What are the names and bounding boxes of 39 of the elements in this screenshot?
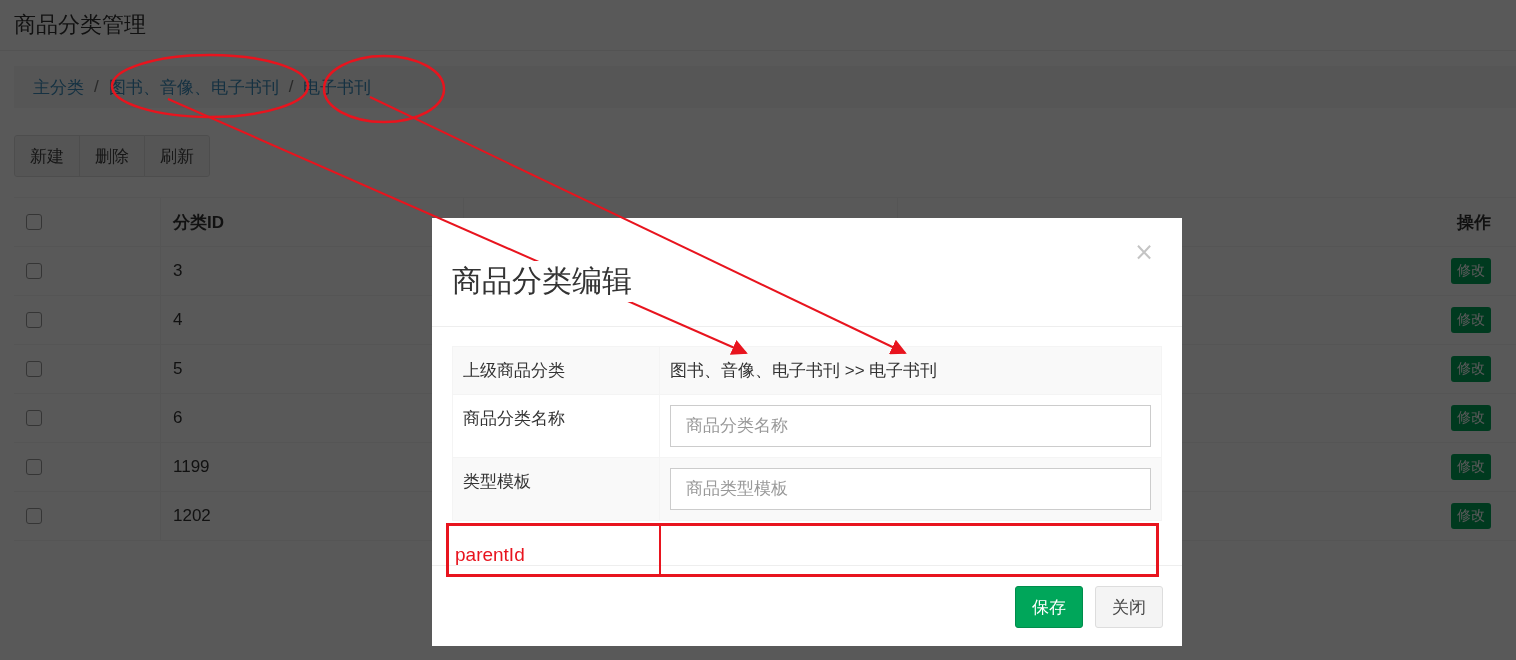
checkbox[interactable] [26,263,42,279]
checkbox[interactable] [26,410,42,426]
edit-button[interactable]: 修改 [1451,405,1491,431]
toolbar-button[interactable]: 刷新 [144,135,210,177]
edit-button[interactable]: 修改 [1451,258,1491,284]
table-cell: 6 [173,408,183,428]
checkbox[interactable] [26,312,42,328]
breadcrumb-link[interactable]: 主分类 [33,75,84,99]
table-cell: 1202 [173,506,211,526]
close-dialog-button[interactable]: 关闭 [1095,586,1163,628]
save-button[interactable]: 保存 [1015,586,1083,628]
table-cell: 3 [173,261,183,281]
field-label: 上级商品分类 [463,361,565,380]
checkbox[interactable] [26,214,42,230]
edit-button[interactable]: 修改 [1451,307,1491,333]
field-label: 类型模板 [463,472,531,491]
edit-button[interactable]: 修改 [1451,454,1491,480]
checkbox[interactable] [26,508,42,524]
edit-button[interactable]: 修改 [1451,503,1491,529]
breadcrumb-separator: / [288,77,294,97]
column-header: 操作 [1457,211,1491,234]
toolbar-button[interactable]: 新建 [14,135,80,177]
checkbox[interactable] [26,361,42,377]
annotation-label: parentId [454,544,525,567]
input-field[interactable]: 商品分类名称 [670,405,1151,447]
table-cell: 4 [173,310,183,330]
table-cell: 1199 [173,457,210,477]
input-field[interactable]: 商品类型模板 [670,468,1151,510]
checkbox[interactable] [26,459,42,475]
breadcrumb-separator: / [94,77,99,97]
field-value: 图书、音像、电子书刊 >> 电子书刊 [670,361,938,380]
field-label: 商品分类名称 [463,409,565,428]
table-cell: 5 [173,359,183,379]
page-title: 商品分类管理 [0,0,1516,51]
dialog-title: 商品分类编辑 [452,260,632,302]
column-header: 分类ID [173,211,224,234]
toolbar-button[interactable]: 删除 [79,135,145,177]
edit-button[interactable]: 修改 [1451,356,1491,382]
close-button[interactable]: × [1133,238,1154,266]
